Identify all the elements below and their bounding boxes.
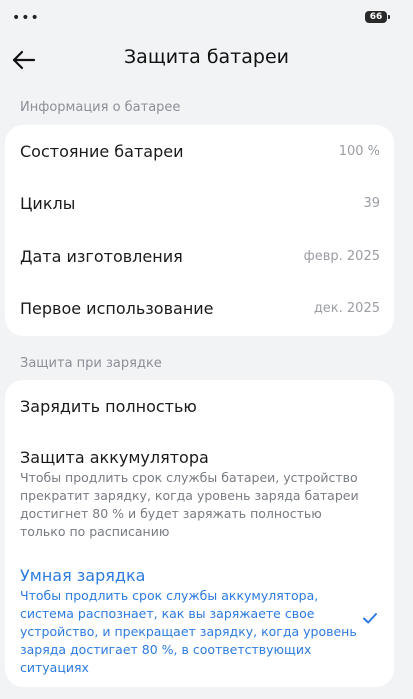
header: Защита батареи — [0, 36, 413, 84]
status-bar: ••• 66 — [0, 0, 413, 36]
option-description: Чтобы продлить срок службы батареи, устр… — [20, 470, 359, 539]
status-dots: ••• — [12, 10, 40, 26]
info-row-label: Первое использование — [20, 299, 214, 318]
battery-icon: 66 — [365, 11, 390, 23]
charging-protection-card: Зарядить полностью Защита аккумулятора Ч… — [5, 380, 394, 687]
option-full-charge[interactable]: Зарядить полностью — [5, 380, 394, 434]
info-row-value: 39 — [363, 196, 380, 211]
info-row-cycles: Циклы 39 — [5, 178, 394, 230]
info-row-label: Состояние батареи — [20, 142, 184, 161]
section-label-charging-protection: Защита при зарядке — [20, 356, 162, 371]
check-icon — [363, 613, 377, 624]
option-title: Защита аккумулятора — [20, 448, 209, 467]
info-row-label: Циклы — [20, 194, 76, 213]
info-row-value: февр. 2025 — [303, 249, 380, 264]
option-smart-charging[interactable]: Умная зарядка Чтобы продлить срок службы… — [5, 554, 394, 684]
info-row-health: Состояние батареи 100 % — [5, 126, 394, 178]
info-row-manufacture-date: Дата изготовления февр. 2025 — [5, 231, 394, 283]
section-label-battery-info: Информация о батарее — [20, 100, 181, 115]
info-row-first-use: Первое использование дек. 2025 — [5, 283, 394, 335]
option-title: Умная зарядка — [20, 566, 146, 585]
info-row-value: 100 % — [338, 144, 380, 159]
page-title: Защита батареи — [124, 46, 289, 68]
option-title: Зарядить полностью — [20, 397, 197, 416]
option-battery-protection[interactable]: Защита аккумулятора Чтобы продлить срок … — [5, 434, 394, 546]
info-row-label: Дата изготовления — [20, 247, 183, 266]
info-row-value: дек. 2025 — [313, 301, 380, 316]
battery-info-card: Состояние батареи 100 % Циклы 39 Дата из… — [5, 125, 394, 336]
option-description: Чтобы продлить срок службы аккумулятора,… — [20, 588, 357, 675]
